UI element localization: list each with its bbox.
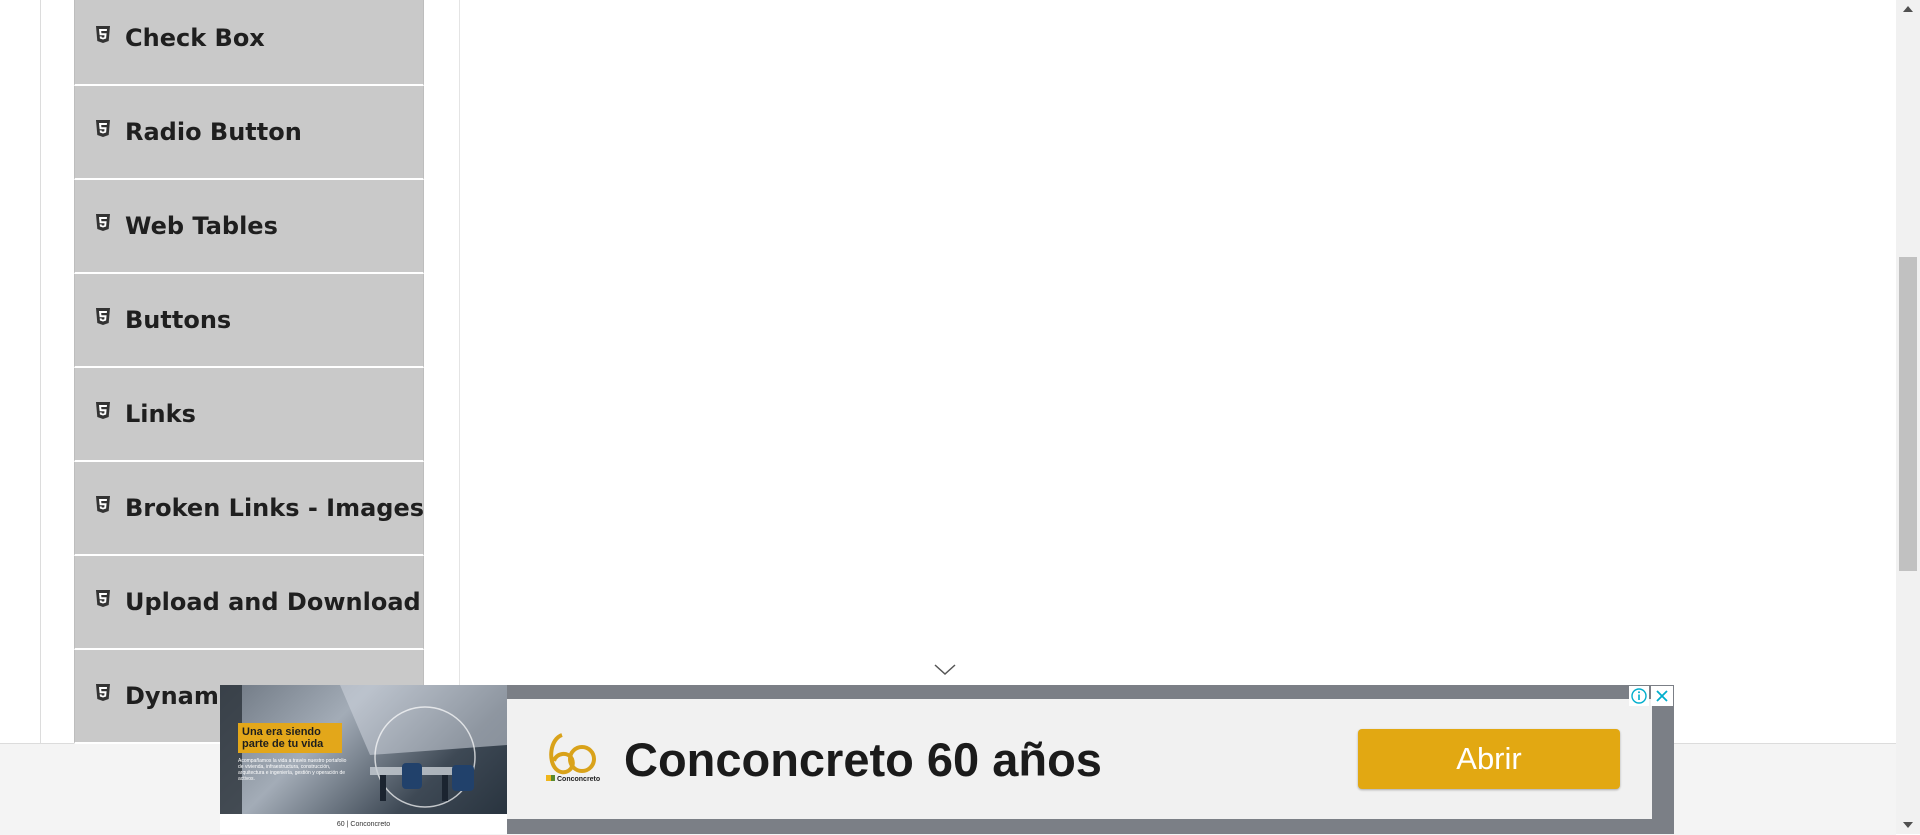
html5-icon (95, 26, 111, 44)
html5-icon (95, 590, 111, 608)
sidebar-item-links[interactable]: Links (74, 368, 424, 462)
scroll-down-arrow-icon[interactable] (1896, 816, 1920, 834)
html5-icon (95, 308, 111, 326)
sidebar-item-label: Links (125, 400, 196, 428)
sidebar-item-label: Broken Links - Images (125, 494, 424, 522)
sidebar-item-check-box[interactable]: Check Box (74, 0, 424, 86)
ad-logo-brand: Conconcreto (557, 776, 600, 783)
ad-image-body: Acompañamos la vida a través nuestro por… (238, 758, 347, 782)
sidebar-item-label: Check Box (125, 24, 265, 52)
sidebar-item-label: Upload and Download (125, 588, 421, 616)
content-divider (459, 0, 460, 743)
ad-banner[interactable]: Una era siendo parte de tu vida Acompaña… (220, 685, 1674, 834)
sidebar-item-label: Buttons (125, 306, 232, 334)
ad-open-button[interactable]: Abrir (1358, 729, 1620, 789)
sidebar-menu: Check Box Radio Button Web Tables Button… (74, 0, 424, 744)
html5-icon (95, 402, 111, 420)
html5-icon (95, 684, 111, 702)
ad-panel[interactable]: Conconcreto Conconcreto 60 años Abrir (507, 699, 1652, 819)
scrollbar-thumb[interactable] (1899, 257, 1917, 571)
chevron-down-icon[interactable] (933, 662, 957, 678)
sidebar-item-label: Web Tables (125, 212, 278, 240)
page-left-border (40, 0, 41, 743)
ad-headline[interactable]: Conconcreto 60 años (624, 732, 1102, 787)
sidebar-item-upload-and-download[interactable]: Upload and Download (74, 556, 424, 650)
page-scrollbar[interactable] (1896, 0, 1920, 834)
ad-image-tagline: Una era siendo parte de tu vida (238, 723, 342, 753)
html5-icon (95, 214, 111, 232)
close-icon[interactable] (1651, 686, 1673, 706)
sidebar-item-radio-button[interactable]: Radio Button (74, 86, 424, 180)
scroll-up-arrow-icon[interactable] (1896, 0, 1920, 18)
conconcreto-60-logo: Conconcreto (542, 731, 602, 787)
ad-image[interactable]: Una era siendo parte de tu vida Acompaña… (220, 685, 507, 834)
sidebar-item-label: Radio Button (125, 118, 302, 146)
html5-icon (95, 496, 111, 514)
sidebar-item-broken-links-images[interactable]: Broken Links - Images (74, 462, 424, 556)
sidebar-item-web-tables[interactable]: Web Tables (74, 180, 424, 274)
html5-icon (95, 120, 111, 138)
info-icon[interactable] (1629, 686, 1649, 706)
sidebar-item-buttons[interactable]: Buttons (74, 274, 424, 368)
ad-image-logo: 60 | Conconcreto (220, 814, 507, 834)
